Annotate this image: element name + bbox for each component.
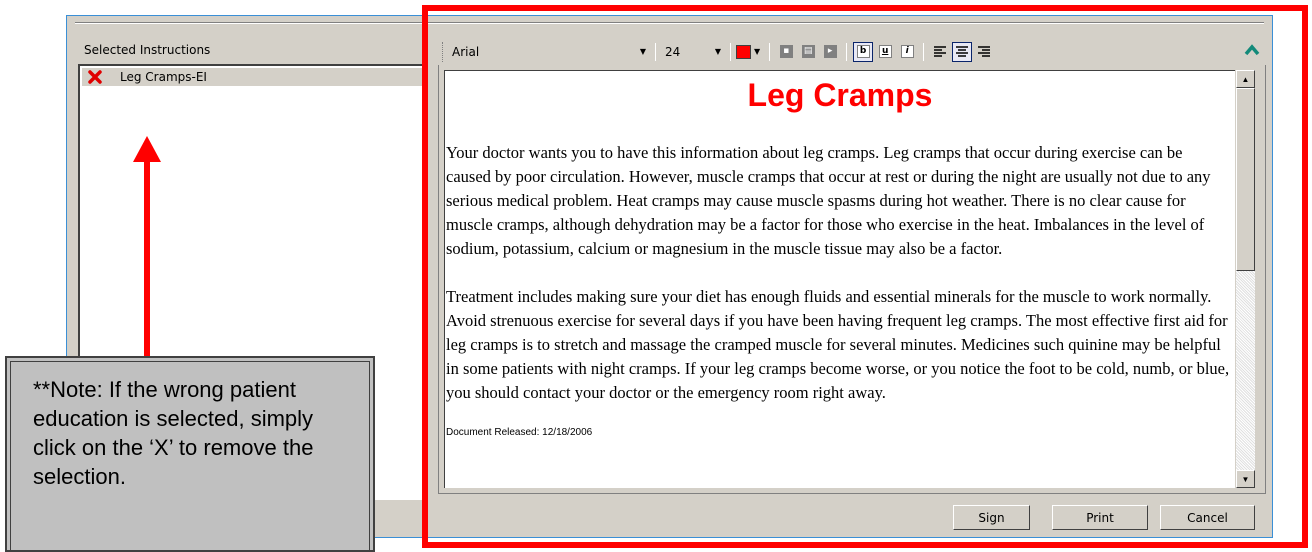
document-paragraph: Your doctor wants you to have this infor…: [446, 143, 1211, 258]
image-button[interactable]: ▪: [776, 42, 796, 62]
arrow-shaft: [144, 160, 150, 360]
align-left-button[interactable]: [930, 42, 950, 62]
document-paragraph: Treatment includes making sure your diet…: [446, 287, 1230, 402]
align-right-button[interactable]: [974, 42, 994, 62]
formatting-toolbar: Arial ▼ 24 ▼ ▼ ▪ ▤ ▸ b u i: [438, 38, 1266, 65]
font-select[interactable]: Arial ▼: [452, 45, 650, 59]
list-item-label: Leg Cramps-EI: [120, 70, 207, 84]
bold-icon: b: [856, 45, 870, 58]
italic-button[interactable]: i: [897, 42, 917, 62]
align-left-icon: [934, 45, 947, 57]
separator: [846, 42, 848, 61]
scroll-thumb[interactable]: [1236, 88, 1255, 271]
align-center-icon: [956, 45, 969, 57]
chevron-down-icon: ▼: [639, 47, 646, 56]
align-center-button[interactable]: [952, 41, 973, 62]
font-size-select[interactable]: 24 ▼: [665, 45, 725, 59]
font-size-value: 24: [665, 44, 681, 59]
image-icon: ▪: [779, 45, 793, 58]
separator: [655, 42, 656, 61]
font-value: Arial: [452, 44, 480, 59]
arrow-up-icon: [133, 136, 161, 162]
indent-button[interactable]: ▸: [820, 42, 840, 62]
chevron-down-icon: ▼: [714, 47, 721, 56]
collapse-toolbar-button[interactable]: [1244, 44, 1260, 59]
scroll-up-button[interactable]: ▲: [1236, 70, 1255, 88]
document-editor[interactable]: Leg Cramps Your doctor wants you to have…: [444, 70, 1235, 488]
note-callout: **Note: If the wrong patient education i…: [5, 356, 375, 552]
underline-icon: u: [878, 45, 892, 58]
separator: [730, 42, 731, 61]
divider: [75, 22, 1264, 24]
cancel-button[interactable]: Cancel: [1160, 505, 1255, 530]
selected-instructions-label: Selected Instructions: [84, 43, 211, 57]
bold-button[interactable]: b: [853, 41, 874, 62]
vertical-scrollbar[interactable]: ▲ ▼: [1236, 70, 1255, 488]
chevron-up-icon: [1244, 44, 1260, 56]
sign-button[interactable]: Sign: [953, 505, 1030, 530]
document-released: Document Released: 12/18/2006: [446, 427, 593, 438]
chevron-down-icon[interactable]: ▼: [754, 47, 760, 56]
scroll-down-button[interactable]: ▼: [1236, 470, 1255, 488]
align-right-icon: [978, 45, 991, 57]
underline-button[interactable]: u: [875, 42, 895, 62]
indent-icon: ▸: [823, 45, 837, 58]
document-title: Leg Cramps: [747, 77, 933, 113]
red-x-icon[interactable]: [86, 69, 104, 85]
table-button[interactable]: ▤: [798, 42, 818, 62]
separator: [923, 42, 925, 61]
toolbar-grip[interactable]: [442, 41, 446, 62]
font-color-button[interactable]: [736, 44, 751, 59]
separator: [769, 42, 771, 61]
italic-icon: i: [900, 45, 914, 58]
note-text: **Note: If the wrong patient education i…: [33, 377, 314, 489]
list-item[interactable]: Leg Cramps-EI: [82, 68, 427, 86]
note-border: **Note: If the wrong patient education i…: [10, 361, 370, 550]
print-button[interactable]: Print: [1052, 505, 1148, 530]
table-icon: ▤: [801, 45, 815, 58]
